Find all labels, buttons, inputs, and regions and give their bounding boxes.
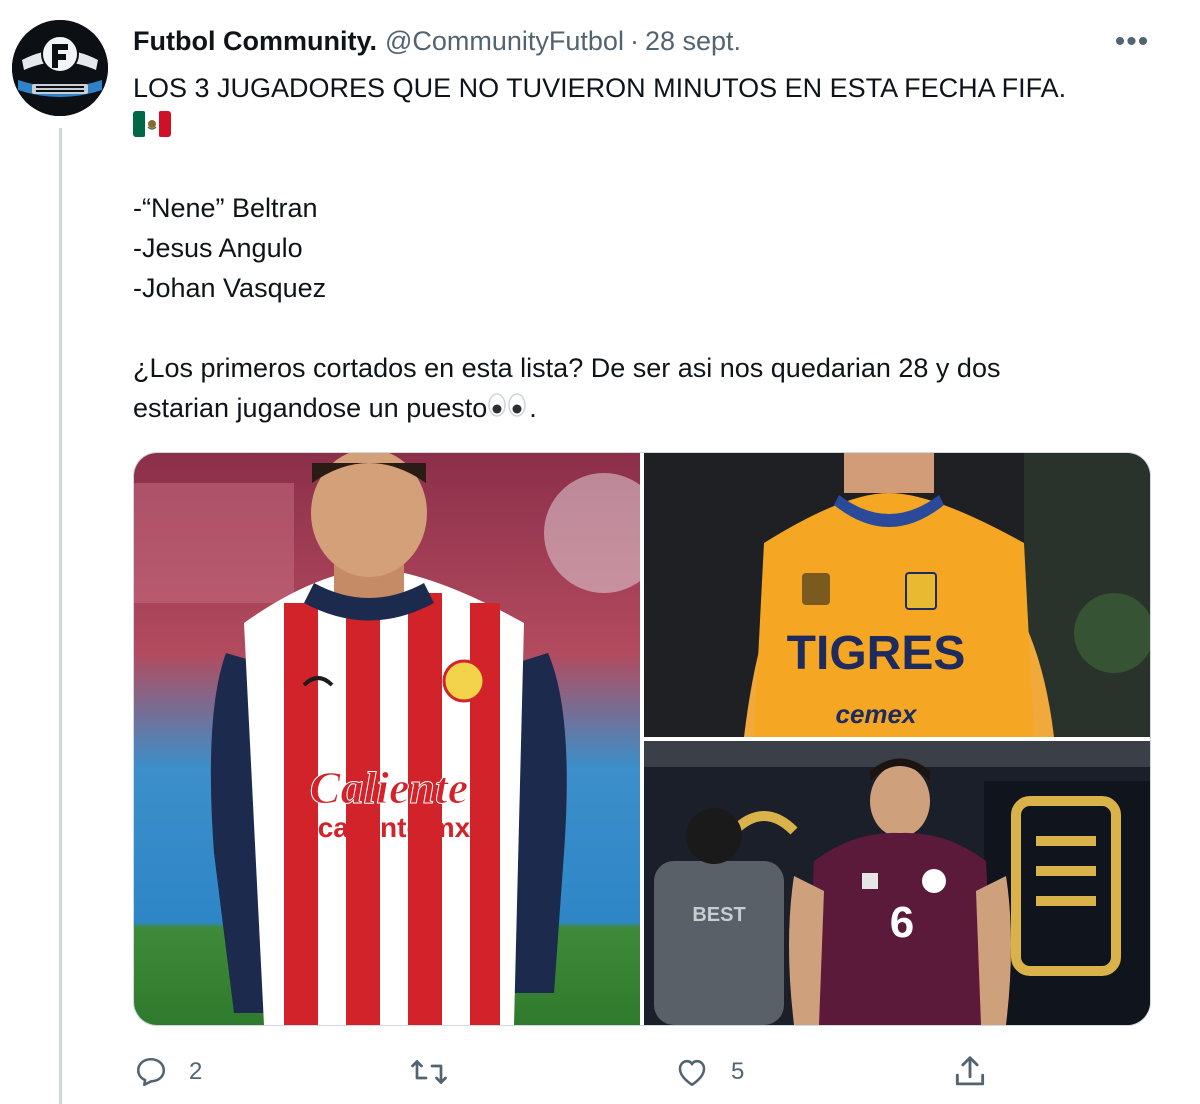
list-item: -Jesus Angulo — [133, 233, 303, 263]
tweet-header: Futbol Community. @CommunityFutbol · 28 … — [133, 26, 741, 58]
jersey-sponsor: Caliente — [310, 762, 468, 813]
question-line1: ¿Los primeros cortados en esta lista? De… — [133, 353, 1001, 383]
retweet-button[interactable] — [409, 1050, 469, 1094]
mexico-player-photo[interactable]: BEST 6 — [644, 741, 1150, 1025]
retweet-icon — [411, 1060, 447, 1084]
like-button[interactable]: 5 — [673, 1050, 744, 1094]
list-item: -“Nene” Beltran — [133, 193, 318, 223]
tweet-text: LOS 3 JUGADORES QUE NO TUVIERON MINUTOS … — [133, 68, 1143, 428]
list-item: -Johan Vasquez — [133, 273, 327, 303]
flag-line — [133, 108, 1143, 148]
question-end: . — [529, 393, 537, 423]
author-handle[interactable]: @CommunityFutbol — [385, 26, 624, 57]
share-icon — [955, 1056, 985, 1086]
eyes-emoji-icon — [487, 388, 527, 428]
jersey-team-name: TIGRES — [787, 627, 966, 680]
media-grid: Caliente caliente.mx TIGRES cemex BEST 6 — [133, 452, 1151, 1026]
question-line2: estarian jugandose un puesto. — [133, 388, 1143, 428]
tweet-actions: 2 5 — [133, 1050, 1149, 1094]
jersey-sponsor-url: caliente.mx — [318, 812, 471, 843]
jersey-sponsor: cemex — [836, 699, 918, 729]
tweet-text-line1: LOS 3 JUGADORES QUE NO TUVIERON MINUTOS … — [133, 73, 1067, 103]
heart-icon — [678, 1059, 706, 1087]
mexico-flag-icon — [133, 108, 171, 148]
jersey-number: 6 — [890, 898, 914, 947]
header-separator: · — [629, 26, 639, 56]
reply-button[interactable]: 2 — [133, 1050, 202, 1094]
tigres-player-photo[interactable]: TIGRES cemex — [644, 453, 1150, 737]
author-name[interactable]: Futbol Community. — [133, 26, 377, 57]
background-shirt-text: BEST — [692, 904, 745, 926]
tweet-date[interactable]: 28 sept. — [645, 26, 741, 57]
thread-line — [59, 128, 62, 1104]
more-options-icon[interactable]: ••• — [1112, 27, 1152, 57]
chivas-player-photo[interactable]: Caliente caliente.mx — [134, 453, 640, 1025]
share-button[interactable] — [951, 1050, 989, 1094]
reply-count: 2 — [189, 1058, 203, 1085]
reply-icon — [136, 1057, 166, 1087]
futbol-community-logo-icon — [12, 20, 108, 116]
author-avatar[interactable] — [12, 20, 108, 116]
question-line2-text: estarian jugandose un puesto — [133, 393, 488, 423]
like-count: 5 — [731, 1058, 745, 1085]
